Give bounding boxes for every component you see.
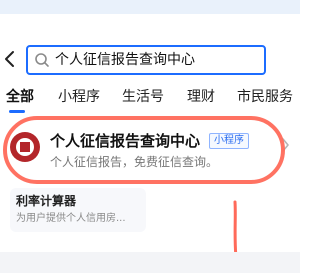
related-title: 利率计算器 bbox=[16, 194, 77, 208]
search-row: 个人征信报告查询中心 bbox=[0, 40, 300, 80]
annotation-circle bbox=[3, 116, 285, 184]
search-query-text: 个人征信报告查询中心 bbox=[55, 52, 195, 68]
tab-life-account[interactable]: 生活号 bbox=[122, 88, 164, 106]
tab-citizen-services[interactable]: 市民服务 bbox=[237, 88, 293, 106]
related-mini-program-card[interactable]: 利率计算器 为用户提供个人信用房... bbox=[10, 188, 146, 232]
annotation-stroke bbox=[233, 200, 238, 260]
tab-all[interactable]: 全部 bbox=[6, 88, 34, 106]
related-description: 为用户提供个人信用房... bbox=[16, 213, 126, 224]
tab-finance[interactable]: 理财 bbox=[187, 88, 215, 106]
tab-mini-program[interactable]: 小程序 bbox=[58, 88, 100, 106]
result-type-tabs: 全部 小程序 生活号 理财 市民服务 bbox=[0, 82, 300, 114]
search-input[interactable]: 个人征信报告查询中心 bbox=[26, 45, 266, 75]
bottom-area bbox=[0, 252, 300, 273]
status-bar-area bbox=[0, 0, 300, 14]
search-icon bbox=[35, 53, 49, 67]
tab-active-indicator bbox=[9, 110, 25, 113]
back-chevron-icon[interactable] bbox=[2, 50, 18, 68]
